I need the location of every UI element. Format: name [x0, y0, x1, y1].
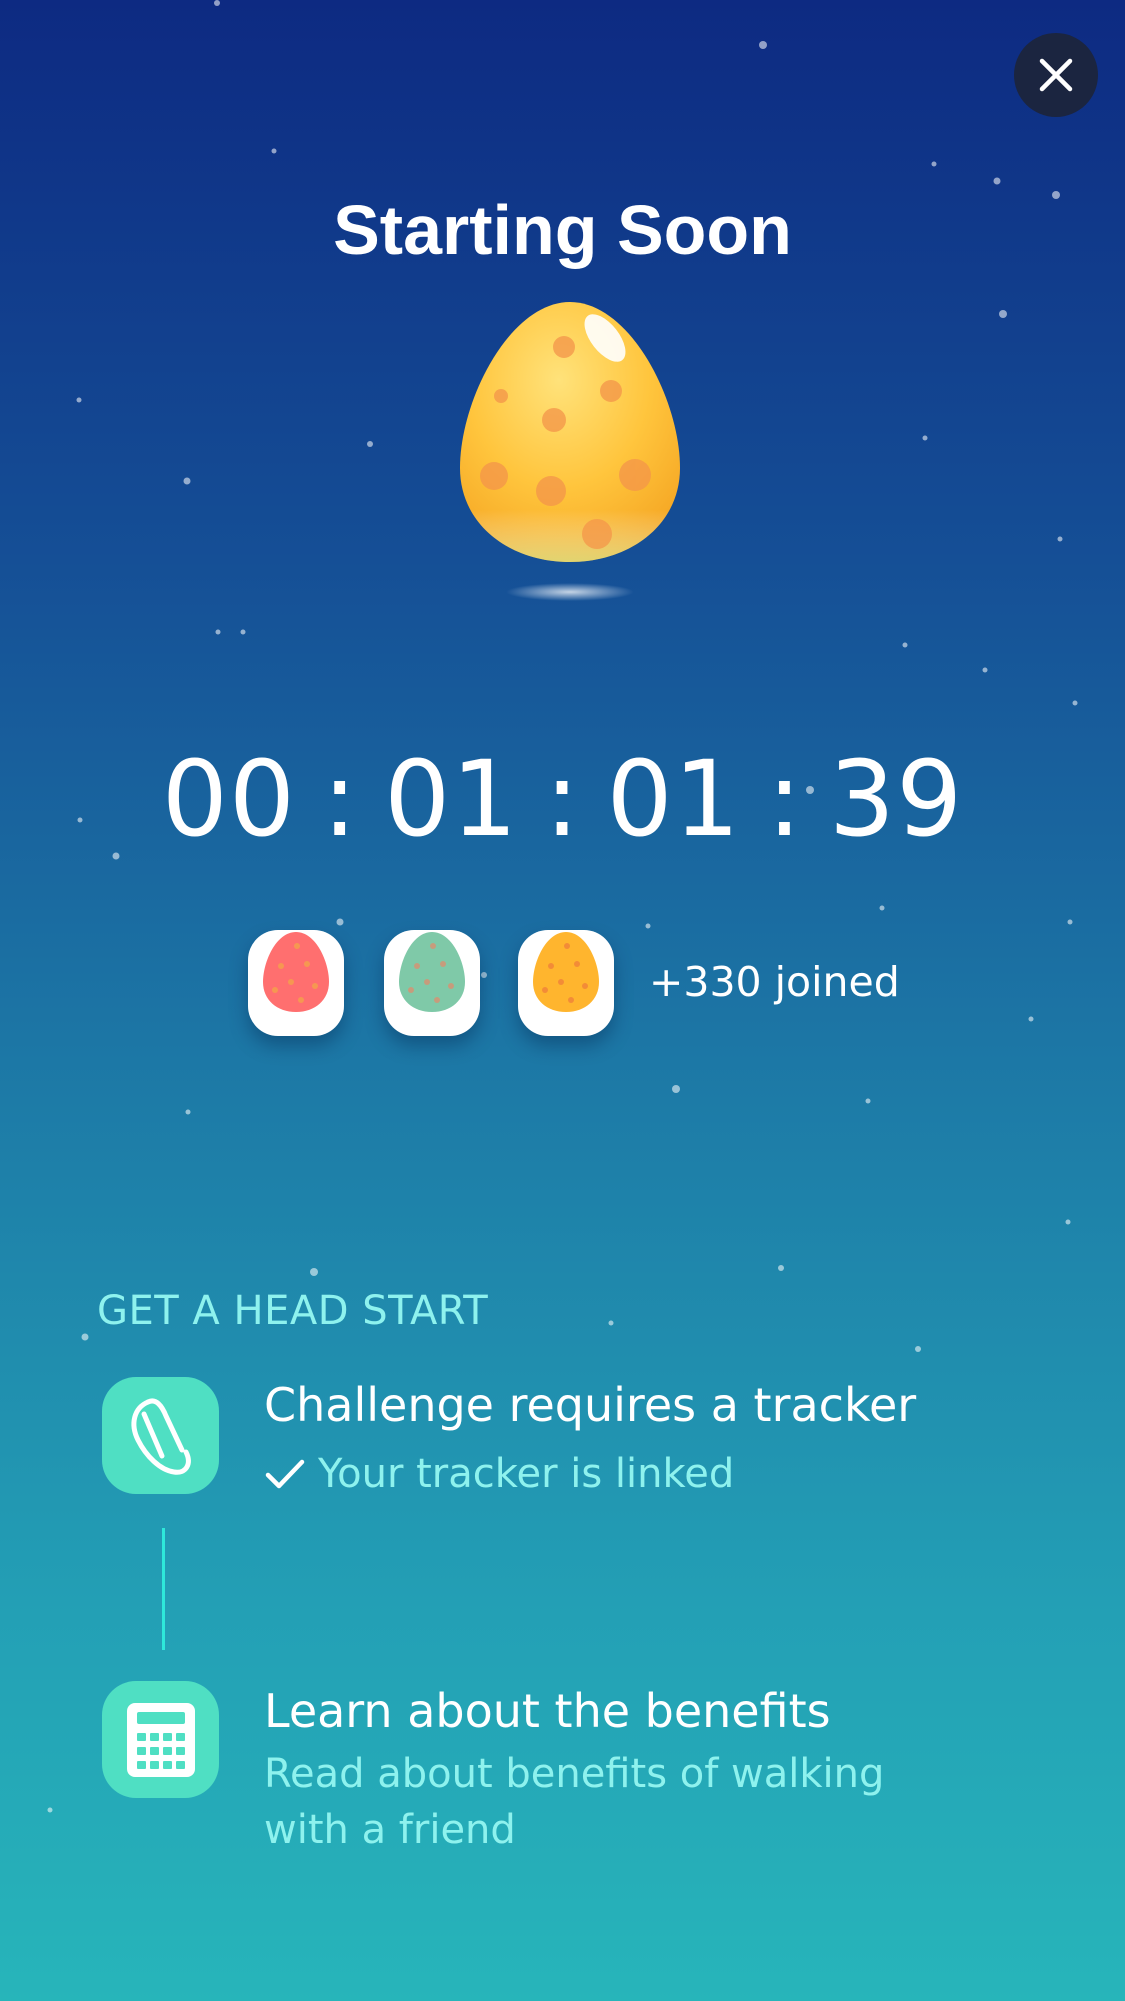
countdown-separator: : [544, 738, 581, 860]
yellow-egg-avatar[interactable] [518, 930, 614, 1036]
yellow-egg-icon [533, 932, 599, 1012]
tracker-step-icon[interactable] [102, 1377, 219, 1494]
benefits-step-title[interactable]: Learn about the benefits [264, 1684, 831, 1738]
section-label: GET A HEAD START [97, 1288, 489, 1334]
joined-count: +330 joined [649, 958, 900, 1006]
step-connector-line [162, 1528, 165, 1650]
tracker-linked-text: Your tracker is linked [318, 1451, 735, 1497]
countdown-separator: : [322, 738, 359, 860]
golden-egg-illustration [460, 302, 680, 601]
checkmark-icon [265, 1459, 305, 1489]
benefits-step-icon[interactable] [102, 1681, 219, 1798]
tracker-step-status: Your tracker is linked [264, 1446, 964, 1502]
benefits-step-subtitle[interactable]: Read about benefits of walking with a fr… [264, 1746, 964, 1858]
participants-row[interactable]: +330 joined [246, 930, 946, 1040]
page-title: Starting Soon [333, 191, 792, 269]
countdown-minutes: 01 [606, 738, 741, 860]
countdown-days: 00 [161, 738, 297, 860]
calculator-icon [126, 1702, 195, 1777]
close-button[interactable] [1014, 33, 1098, 117]
green-egg-icon [399, 932, 465, 1012]
red-egg-icon [263, 932, 329, 1012]
countdown-hours: 01 [384, 738, 519, 860]
countdown-separator: : [766, 738, 803, 860]
tracker-band-icon [130, 1398, 191, 1475]
red-egg-avatar[interactable] [248, 930, 344, 1036]
tracker-step-title: Challenge requires a tracker [264, 1378, 917, 1432]
countdown-seconds: 39 [828, 738, 964, 860]
close-icon [1039, 58, 1073, 92]
green-egg-avatar[interactable] [384, 930, 480, 1036]
countdown-timer: 00:01:01:39 [0, 738, 1125, 860]
